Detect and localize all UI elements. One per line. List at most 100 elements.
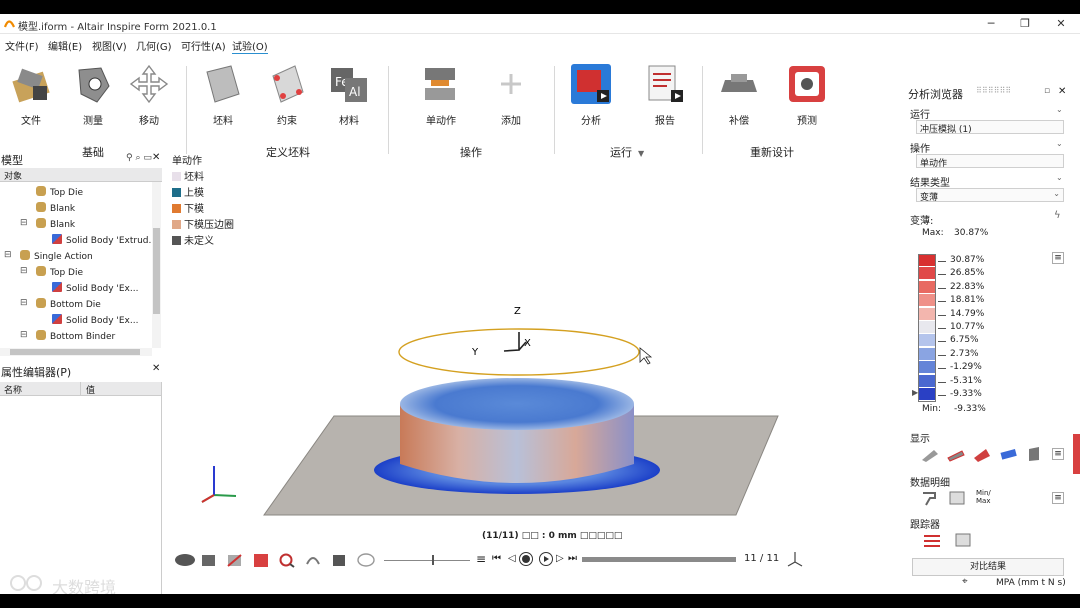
- expand-toggle-icon[interactable]: ⊟: [20, 266, 28, 276]
- part-icon: [20, 250, 30, 260]
- scrollbar-thumb[interactable]: [153, 228, 160, 314]
- tree-item[interactable]: ⊟ Top Die: [20, 266, 83, 278]
- expand-toggle-icon[interactable]: ⊟: [20, 298, 28, 308]
- brain-icon[interactable]: [356, 552, 376, 568]
- frame-counter: 11 / 11: [744, 553, 780, 564]
- color-scale-label: -1.29%: [950, 362, 982, 373]
- panel-tools-icon[interactable]: ⚲ ⌕ ▭: [126, 153, 152, 163]
- blank-button[interactable]: 坯料: [200, 62, 246, 127]
- cube-view-icon[interactable]: [200, 552, 218, 568]
- collapse-icon[interactable]: ⌄: [1056, 105, 1063, 114]
- right-scrollbar[interactable]: [1073, 434, 1080, 474]
- minmax-button[interactable]: Min/ Max: [976, 489, 991, 505]
- zoom-icon[interactable]: [278, 552, 296, 568]
- close-icon[interactable]: ✕: [1058, 86, 1066, 97]
- step-forward-icon[interactable]: ▷: [556, 553, 564, 564]
- pin-icon[interactable]: ▫: [1044, 86, 1050, 96]
- predict-button[interactable]: 预测: [784, 62, 830, 127]
- report-button[interactable]: 报告: [642, 62, 688, 127]
- close-button[interactable]: ✕: [1046, 16, 1076, 32]
- step-back-icon[interactable]: ◁: [508, 553, 516, 564]
- viewport[interactable]: Z Y X 单动作 坯料 上模 下模 下模压边圈 未定义 (11/11) □□ : 0 …: [164, 150, 900, 594]
- display-mode-icon-5[interactable]: [1024, 446, 1044, 462]
- run-field[interactable]: 冲压模拟 (1): [916, 120, 1064, 135]
- record-icon[interactable]: [518, 551, 534, 567]
- close-icon[interactable]: ✕: [152, 363, 160, 374]
- analyze-button[interactable]: 分析: [566, 62, 616, 127]
- view-tool-icon[interactable]: [174, 552, 196, 568]
- menu-edit[interactable]: 编辑(E): [48, 38, 82, 53]
- tree-item[interactable]: ⊟ Single Action: [4, 250, 93, 262]
- minimize-button[interactable]: ─: [976, 16, 1006, 32]
- playback-slider-thumb[interactable]: [432, 555, 434, 565]
- tree-item-label: Single Action: [34, 252, 93, 262]
- playback-slider-track[interactable]: [384, 560, 470, 561]
- drag-handle-icon[interactable]: ⠿⠿⠿⠿⠿⠿: [976, 86, 1011, 95]
- legend-item: 未定义: [172, 232, 214, 247]
- close-icon[interactable]: ✕: [152, 152, 160, 163]
- hscrollbar-thumb[interactable]: [10, 349, 140, 355]
- menu-icon[interactable]: ≡: [476, 552, 486, 566]
- tree-item[interactable]: ⊟ Blank: [20, 218, 75, 230]
- expand-toggle-icon[interactable]: ⊟: [4, 250, 12, 260]
- operation-field[interactable]: 单动作: [916, 154, 1064, 169]
- measure-button[interactable]: 测量: [70, 62, 116, 127]
- tree-item[interactable]: Blank: [36, 202, 75, 214]
- axis-view-icon[interactable]: [786, 550, 804, 568]
- tree-item[interactable]: Solid Body 'Extrud...: [52, 234, 152, 246]
- probe-icon[interactable]: [920, 490, 938, 506]
- shading-icon[interactable]: [252, 552, 270, 568]
- menu-tryout[interactable]: 试验(O): [232, 38, 268, 55]
- tree-item[interactable]: Solid Body 'Ex...: [52, 282, 138, 294]
- tree-item[interactable]: ⊟ Bottom Binder: [20, 330, 115, 342]
- target-icon[interactable]: ⌖: [962, 576, 968, 587]
- skip-back-icon[interactable]: ⏮: [492, 553, 501, 564]
- data-menu-button[interactable]: ≡: [1052, 492, 1064, 504]
- table-icon[interactable]: [948, 490, 966, 506]
- add-button[interactable]: 添加: [488, 62, 534, 127]
- compensate-button[interactable]: 补偿: [716, 62, 762, 127]
- rotate-icon[interactable]: [304, 552, 322, 568]
- tracker-table-icon[interactable]: [954, 532, 972, 548]
- property-header: 名称 值: [0, 382, 162, 396]
- lightning-icon[interactable]: ϟ: [1054, 210, 1061, 221]
- maximize-button[interactable]: ❐: [1010, 16, 1040, 32]
- expand-toggle-icon[interactable]: ⊟: [20, 218, 28, 228]
- display-mode-icon-4[interactable]: [998, 446, 1018, 462]
- tracker-graph-icon[interactable]: [922, 532, 944, 550]
- units-label[interactable]: MPA (mm t N s): [996, 578, 1066, 588]
- skip-forward-icon[interactable]: ⏭: [568, 553, 577, 564]
- legend-label: 下模: [184, 204, 204, 215]
- menu-file[interactable]: 文件(F): [5, 38, 39, 53]
- section-cut-icon[interactable]: [226, 552, 244, 568]
- constraint-button[interactable]: 约束: [264, 62, 310, 127]
- menu-feasibility[interactable]: 可行性(A): [181, 38, 226, 53]
- tree-item[interactable]: Top Die: [36, 186, 83, 198]
- tree-scrollbar[interactable]: [152, 182, 161, 348]
- result-type-select[interactable]: 变薄 ⌄: [916, 188, 1064, 203]
- compare-results-button[interactable]: 对比结果: [912, 558, 1064, 576]
- menu-geometry[interactable]: 几何(G): [136, 38, 172, 53]
- display-mode-icon-2[interactable]: [946, 446, 966, 462]
- file-button[interactable]: 文件: [8, 62, 54, 127]
- display-mode-icon-3[interactable]: [972, 446, 992, 462]
- material-button[interactable]: Fe Al 材料: [326, 62, 372, 127]
- box-view-icon[interactable]: [330, 552, 348, 568]
- single-action-button[interactable]: 单动作: [416, 62, 466, 127]
- viewport-canvas[interactable]: Z Y X: [164, 150, 900, 594]
- play-icon[interactable]: [538, 551, 554, 567]
- timeline-track[interactable]: [582, 557, 736, 562]
- display-mode-icon-1[interactable]: [920, 446, 940, 462]
- tree-hscrollbar[interactable]: [0, 348, 152, 356]
- legend-menu-button[interactable]: ≡: [1052, 252, 1064, 264]
- move-button[interactable]: 移动: [126, 62, 172, 127]
- expand-toggle-icon[interactable]: ⊟: [20, 330, 28, 340]
- part-top-surface[interactable]: [400, 378, 634, 430]
- collapse-icon[interactable]: ⌄: [1056, 139, 1063, 148]
- tree-item[interactable]: ⊟ Bottom Die: [20, 298, 101, 310]
- tree-item[interactable]: Solid Body 'Ex...: [52, 314, 138, 326]
- display-menu-button[interactable]: ≡: [1052, 448, 1064, 460]
- menu-view[interactable]: 视图(V): [92, 38, 127, 53]
- property-panel: 属性编辑器(P) ✕ 名称 值: [0, 362, 162, 594]
- collapse-icon[interactable]: ⌄: [1056, 173, 1063, 182]
